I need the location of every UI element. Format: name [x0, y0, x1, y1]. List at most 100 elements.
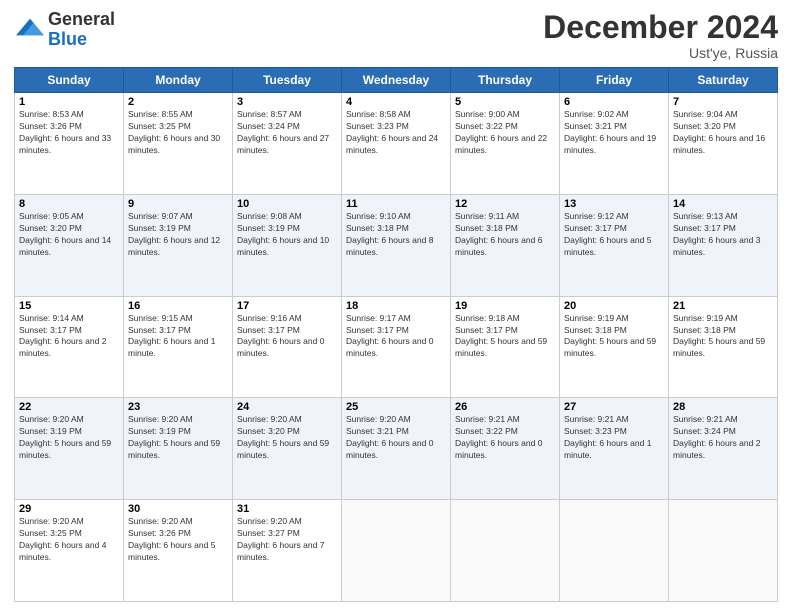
col-saturday: Saturday [669, 68, 778, 93]
day-number: 4 [346, 96, 446, 108]
day-info: Sunrise: 9:04 AMSunset: 3:20 PMDaylight:… [673, 109, 773, 157]
day-number: 26 [455, 401, 555, 413]
day-number: 31 [237, 503, 337, 515]
table-row: 3Sunrise: 8:57 AMSunset: 3:24 PMDaylight… [233, 93, 342, 195]
day-number: 24 [237, 401, 337, 413]
col-sunday: Sunday [15, 68, 124, 93]
table-row: 6Sunrise: 9:02 AMSunset: 3:21 PMDaylight… [560, 93, 669, 195]
table-row [669, 500, 778, 602]
table-row: 27Sunrise: 9:21 AMSunset: 3:23 PMDayligh… [560, 398, 669, 500]
day-info: Sunrise: 9:08 AMSunset: 3:19 PMDaylight:… [237, 211, 337, 259]
day-info: Sunrise: 9:00 AMSunset: 3:22 PMDaylight:… [455, 109, 555, 157]
page: General Blue December 2024 Ust'ye, Russi… [0, 0, 792, 612]
table-row [451, 500, 560, 602]
header: General Blue December 2024 Ust'ye, Russi… [14, 10, 778, 61]
table-row: 21Sunrise: 9:19 AMSunset: 3:18 PMDayligh… [669, 296, 778, 398]
col-friday: Friday [560, 68, 669, 93]
location: Ust'ye, Russia [543, 45, 778, 61]
col-thursday: Thursday [451, 68, 560, 93]
day-number: 10 [237, 198, 337, 210]
day-number: 5 [455, 96, 555, 108]
day-number: 23 [128, 401, 228, 413]
table-row: 26Sunrise: 9:21 AMSunset: 3:22 PMDayligh… [451, 398, 560, 500]
day-number: 7 [673, 96, 773, 108]
day-info: Sunrise: 9:20 AMSunset: 3:25 PMDaylight:… [19, 516, 119, 564]
day-info: Sunrise: 9:21 AMSunset: 3:22 PMDaylight:… [455, 414, 555, 462]
day-info: Sunrise: 8:57 AMSunset: 3:24 PMDaylight:… [237, 109, 337, 157]
calendar-week-row: 29Sunrise: 9:20 AMSunset: 3:25 PMDayligh… [15, 500, 778, 602]
logo-icon [16, 13, 44, 41]
day-number: 13 [564, 198, 664, 210]
table-row [560, 500, 669, 602]
day-number: 12 [455, 198, 555, 210]
day-number: 25 [346, 401, 446, 413]
day-number: 22 [19, 401, 119, 413]
table-row: 10Sunrise: 9:08 AMSunset: 3:19 PMDayligh… [233, 194, 342, 296]
day-number: 6 [564, 96, 664, 108]
day-info: Sunrise: 9:20 AMSunset: 3:26 PMDaylight:… [128, 516, 228, 564]
day-info: Sunrise: 9:02 AMSunset: 3:21 PMDaylight:… [564, 109, 664, 157]
col-tuesday: Tuesday [233, 68, 342, 93]
day-info: Sunrise: 9:17 AMSunset: 3:17 PMDaylight:… [346, 313, 446, 361]
table-row: 5Sunrise: 9:00 AMSunset: 3:22 PMDaylight… [451, 93, 560, 195]
day-number: 2 [128, 96, 228, 108]
day-info: Sunrise: 9:19 AMSunset: 3:18 PMDaylight:… [564, 313, 664, 361]
day-number: 18 [346, 300, 446, 312]
calendar-week-row: 1Sunrise: 8:53 AMSunset: 3:26 PMDaylight… [15, 93, 778, 195]
calendar-header-row: Sunday Monday Tuesday Wednesday Thursday… [15, 68, 778, 93]
day-number: 8 [19, 198, 119, 210]
table-row: 19Sunrise: 9:18 AMSunset: 3:17 PMDayligh… [451, 296, 560, 398]
logo-text: General Blue [48, 10, 115, 50]
day-info: Sunrise: 9:19 AMSunset: 3:18 PMDaylight:… [673, 313, 773, 361]
table-row: 24Sunrise: 9:20 AMSunset: 3:20 PMDayligh… [233, 398, 342, 500]
day-info: Sunrise: 9:20 AMSunset: 3:19 PMDaylight:… [128, 414, 228, 462]
day-number: 29 [19, 503, 119, 515]
day-info: Sunrise: 9:14 AMSunset: 3:17 PMDaylight:… [19, 313, 119, 361]
calendar-week-row: 15Sunrise: 9:14 AMSunset: 3:17 PMDayligh… [15, 296, 778, 398]
day-number: 3 [237, 96, 337, 108]
day-info: Sunrise: 9:20 AMSunset: 3:20 PMDaylight:… [237, 414, 337, 462]
day-number: 17 [237, 300, 337, 312]
table-row: 30Sunrise: 9:20 AMSunset: 3:26 PMDayligh… [124, 500, 233, 602]
table-row: 7Sunrise: 9:04 AMSunset: 3:20 PMDaylight… [669, 93, 778, 195]
day-info: Sunrise: 9:10 AMSunset: 3:18 PMDaylight:… [346, 211, 446, 259]
day-info: Sunrise: 8:55 AMSunset: 3:25 PMDaylight:… [128, 109, 228, 157]
day-number: 20 [564, 300, 664, 312]
day-info: Sunrise: 9:15 AMSunset: 3:17 PMDaylight:… [128, 313, 228, 361]
day-info: Sunrise: 8:53 AMSunset: 3:26 PMDaylight:… [19, 109, 119, 157]
col-monday: Monday [124, 68, 233, 93]
table-row: 9Sunrise: 9:07 AMSunset: 3:19 PMDaylight… [124, 194, 233, 296]
day-number: 9 [128, 198, 228, 210]
table-row: 4Sunrise: 8:58 AMSunset: 3:23 PMDaylight… [342, 93, 451, 195]
day-info: Sunrise: 9:11 AMSunset: 3:18 PMDaylight:… [455, 211, 555, 259]
table-row: 2Sunrise: 8:55 AMSunset: 3:25 PMDaylight… [124, 93, 233, 195]
table-row: 12Sunrise: 9:11 AMSunset: 3:18 PMDayligh… [451, 194, 560, 296]
day-number: 14 [673, 198, 773, 210]
title-block: December 2024 Ust'ye, Russia [543, 10, 778, 61]
day-number: 27 [564, 401, 664, 413]
month-year: December 2024 [543, 10, 778, 45]
day-info: Sunrise: 9:20 AMSunset: 3:27 PMDaylight:… [237, 516, 337, 564]
table-row: 31Sunrise: 9:20 AMSunset: 3:27 PMDayligh… [233, 500, 342, 602]
day-number: 21 [673, 300, 773, 312]
day-number: 15 [19, 300, 119, 312]
calendar-week-row: 8Sunrise: 9:05 AMSunset: 3:20 PMDaylight… [15, 194, 778, 296]
table-row: 20Sunrise: 9:19 AMSunset: 3:18 PMDayligh… [560, 296, 669, 398]
logo: General Blue [14, 10, 115, 50]
table-row: 17Sunrise: 9:16 AMSunset: 3:17 PMDayligh… [233, 296, 342, 398]
table-row: 22Sunrise: 9:20 AMSunset: 3:19 PMDayligh… [15, 398, 124, 500]
day-info: Sunrise: 9:16 AMSunset: 3:17 PMDaylight:… [237, 313, 337, 361]
table-row: 25Sunrise: 9:20 AMSunset: 3:21 PMDayligh… [342, 398, 451, 500]
calendar-week-row: 22 Sunrise: 9:20 AMSunset: 3:19 PMDayligh… [15, 398, 778, 500]
day-number: 19 [455, 300, 555, 312]
table-row: 29Sunrise: 9:20 AMSunset: 3:25 PMDayligh… [15, 500, 124, 602]
table-row: 23Sunrise: 9:20 AMSunset: 3:19 PMDayligh… [124, 398, 233, 500]
table-row: 8Sunrise: 9:05 AMSunset: 3:20 PMDaylight… [15, 194, 124, 296]
day-info: Sunrise: 8:58 AMSunset: 3:23 PMDaylight:… [346, 109, 446, 157]
day-number: 30 [128, 503, 228, 515]
table-row: 1Sunrise: 8:53 AMSunset: 3:26 PMDaylight… [15, 93, 124, 195]
day-number: 16 [128, 300, 228, 312]
day-number: 11 [346, 198, 446, 210]
col-wednesday: Wednesday [342, 68, 451, 93]
day-info: Sunrise: 9:07 AMSunset: 3:19 PMDaylight:… [128, 211, 228, 259]
